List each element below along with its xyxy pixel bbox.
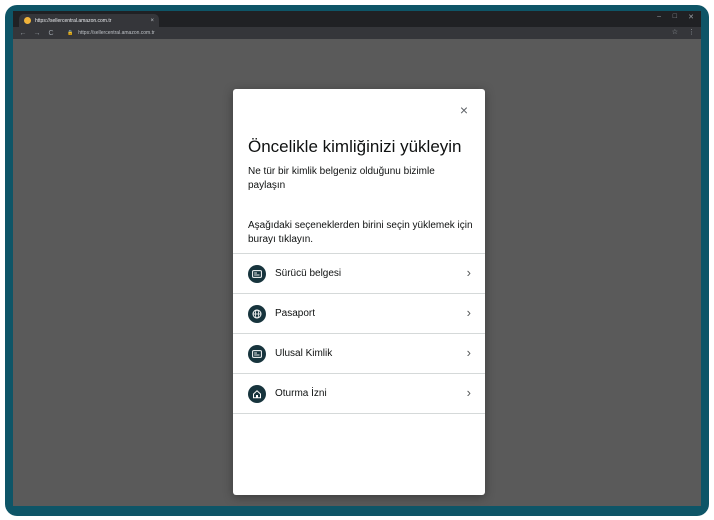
id-upload-modal: × Öncelikle kimliğinizi yükleyin Ne tür …	[233, 89, 485, 495]
lock-icon: 🔒	[67, 30, 74, 36]
page-viewport: × Öncelikle kimliğinizi yükleyin Ne tür …	[13, 39, 701, 506]
option-drivers-license[interactable]: Sürücü belgesi ›	[233, 254, 485, 294]
maximize-icon[interactable]: □	[673, 13, 677, 20]
option-label: Pasaport	[275, 308, 316, 319]
option-label: Oturma İzni	[275, 388, 327, 399]
option-label: Ulusal Kimlik	[275, 348, 333, 359]
chevron-right-icon: ›	[466, 345, 471, 360]
back-icon[interactable]: ←	[19, 30, 27, 37]
device-frame: https://sellercentral.amazon.com.tr × – …	[5, 5, 709, 516]
bookmark-star-icon[interactable]: ☆	[672, 28, 678, 36]
id-type-options: Sürücü belgesi › Pasaport › Ulusal Kimli…	[233, 253, 485, 414]
window-close-icon[interactable]: ✕	[688, 13, 694, 21]
reload-icon[interactable]: C	[47, 30, 55, 37]
modal-title: Öncelikle kimliğinizi yükleyin	[248, 137, 462, 156]
home-icon	[248, 384, 266, 403]
browser-toolbar: ← → C 🔒 https://sellercentral.amazon.com…	[13, 27, 701, 39]
address-bar[interactable]: https://sellercentral.amazon.com.tr	[78, 30, 154, 36]
globe-icon	[248, 304, 266, 323]
option-national-id[interactable]: Ulusal Kimlik ›	[233, 334, 485, 374]
browser-window: https://sellercentral.amazon.com.tr × – …	[13, 11, 701, 506]
modal-description: Ne tür bir kimlik belgeniz olduğunu bizi…	[248, 166, 435, 191]
minimize-icon[interactable]: –	[657, 13, 661, 20]
browser-tab[interactable]: https://sellercentral.amazon.com.tr ×	[19, 14, 159, 27]
chevron-right-icon: ›	[466, 385, 471, 400]
tab-title: https://sellercentral.amazon.com.tr	[35, 17, 112, 24]
option-passport[interactable]: Pasaport ›	[233, 294, 485, 334]
chevron-right-icon: ›	[466, 265, 471, 280]
id-card-icon	[248, 344, 266, 363]
option-residence-permit[interactable]: Oturma İzni ›	[233, 374, 485, 414]
chevron-right-icon: ›	[466, 305, 471, 320]
modal-instruction: Aşağıdaki seçeneklerden birini seçin yük…	[248, 220, 473, 245]
tab-bar: https://sellercentral.amazon.com.tr × – …	[13, 11, 701, 27]
close-icon[interactable]: ×	[460, 103, 468, 117]
favicon-icon	[24, 17, 31, 24]
forward-icon[interactable]: →	[33, 30, 41, 37]
id-card-icon	[248, 264, 266, 283]
tab-close-icon[interactable]: ×	[150, 18, 154, 24]
option-label: Sürücü belgesi	[275, 268, 342, 279]
menu-dots-icon[interactable]: ⋮	[688, 28, 695, 36]
